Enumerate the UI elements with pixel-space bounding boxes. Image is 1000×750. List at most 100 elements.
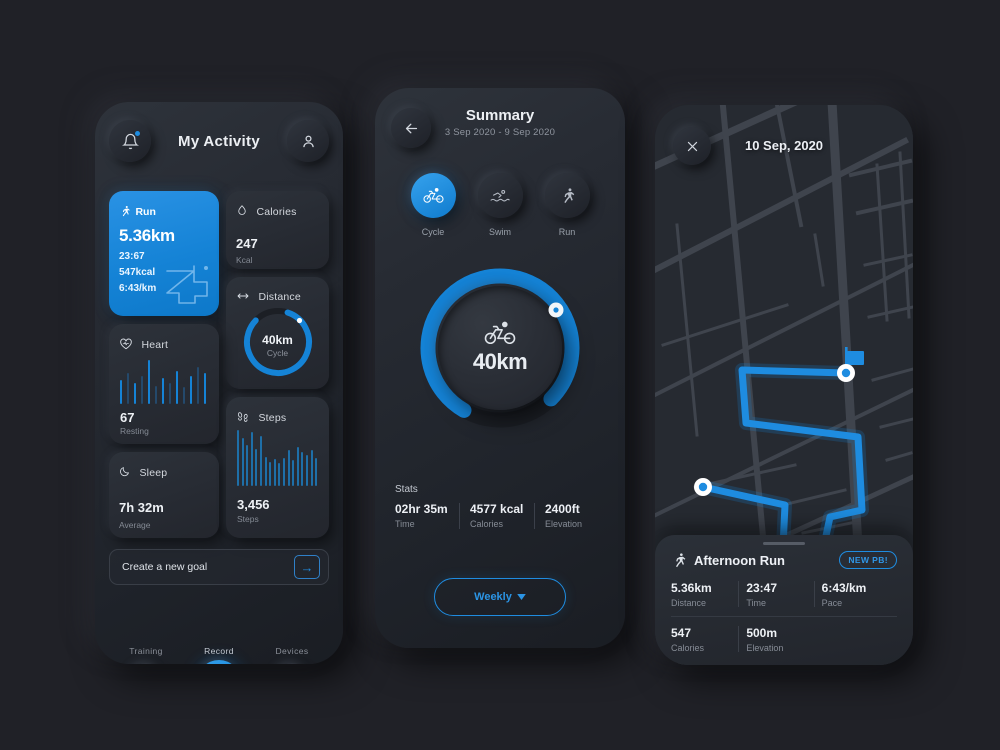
devices-button[interactable] [273,663,311,664]
chart-bar [264,456,267,486]
chart-bar [127,372,129,404]
period-selector-label: Weekly [474,591,512,603]
summary-title: Summary [465,107,535,124]
chart-bar [204,372,206,404]
sheet-pace-value: 6:43/km [821,581,867,595]
sheet-pace-label: Pace [821,598,843,608]
chart-bar [282,458,285,486]
create-goal-label: Create a new goal [122,561,208,573]
steps-card[interactable]: Steps 3,456 Steps [226,397,329,538]
moon-icon [120,467,129,477]
run-summary-card[interactable]: Run 5.36km 23:67 547kcal 6:43/km [109,191,219,316]
chart-bar [155,385,157,404]
chart-bar [141,375,143,404]
steps-sub: Steps [237,514,259,524]
training-button[interactable] [127,663,165,664]
steps-card-header: Steps [236,408,319,426]
calories-card[interactable]: Calories 247 Kcal [226,191,329,269]
run-card-header: Run [119,202,209,220]
sheet-stat-pace: 6:43/km Pace [813,581,897,608]
flame-icon [238,205,246,216]
nav-item-devices[interactable]: Devices [259,646,325,664]
sheet-distance-value: 5.36km [671,581,712,595]
running-icon [676,553,686,568]
run-detail-sheet: Afternoon Run NEW PB! 5.36km Distance 23… [655,535,913,665]
activity-title: Afternoon Run [694,552,785,568]
chart-bar [292,460,295,486]
arrows-horizontal-icon [237,293,249,299]
heart-value: 67 [120,410,135,425]
tab-swim-button[interactable] [477,173,523,218]
calories-unit: Kcal [236,255,253,265]
heart-card-label: Heart [141,339,169,351]
nav-item-training[interactable]: Training [113,646,179,664]
route-end-marker[interactable] [837,364,855,382]
distance-sub: Cycle [266,348,289,358]
distance-card[interactable]: Distance 40km Cycle [226,277,329,389]
chart-bar [296,447,299,486]
tab-cycle-label: Cycle [421,227,445,237]
stat-elevation-label: Elevation [545,519,583,529]
chart-bar [183,386,185,404]
tab-cycle-button[interactable] [410,173,456,218]
running-icon [122,205,130,217]
period-selector-button[interactable]: Weekly [434,578,566,616]
map-date: 10 Sep, 2020 [744,138,824,153]
screenshot-root: My Activity Run 5.36km 23:67 547kcal 6:4… [0,0,1000,750]
profile-button[interactable] [287,120,329,162]
sleep-card[interactable]: Sleep 7h 32m Average [109,452,219,538]
steps-value: 3,456 [237,497,270,512]
sheet-time-label: Time [746,598,766,608]
route-start-marker[interactable] [694,478,712,496]
sleep-sub: Average [119,520,151,530]
person-icon [302,135,314,147]
chart-bar [190,375,192,404]
sleep-card-label: Sleep [139,467,168,479]
steps-card-label: Steps [258,412,287,424]
tab-cycle[interactable]: Cycle [410,173,457,237]
arrow-right-icon[interactable]: → [294,555,320,579]
heart-card[interactable]: Heart 67 Resting [109,324,219,444]
heartbeat-icon [120,338,132,349]
chart-bar [120,379,122,404]
chart-bar [241,437,244,486]
sleep-value: 7h 32m [119,500,164,515]
stats-section: Stats 02hr 35m Time 4577 kcal Calories 2… [395,484,607,529]
stat-time-label: Time [395,519,415,529]
chart-bar [246,445,249,486]
calories-card-header: Calories [236,202,319,220]
chart-bar [148,360,150,404]
phone-summary: Summary 3 Sep 2020 - 9 Sep 2020 Cycle Sw… [375,88,625,648]
stats-label: Stats [395,484,418,495]
chart-bar [250,432,253,486]
chart-bar [259,436,262,486]
sheet-elevation-label: Elevation [746,643,784,653]
tab-run-button[interactable] [544,173,590,218]
chart-bar [301,451,304,486]
chart-bar [134,382,136,404]
heart-rate-chart [120,360,206,404]
heart-card-header: Heart [119,335,209,353]
ring-handle[interactable] [416,264,584,432]
sheet-elevation-value: 500m [746,626,778,640]
sheet-stat-time: 23:47 Time [738,581,821,608]
chart-bar [162,378,164,404]
sheet-time-value: 23:47 [746,581,778,595]
tab-run[interactable]: Run [544,173,591,237]
sheet-distance-label: Distance [671,598,707,608]
tab-swim[interactable]: Swim [477,173,524,237]
chart-bar [287,450,290,486]
distance-progress-ring-large: 40km [416,264,584,432]
nav-item-record[interactable]: Record [186,646,252,664]
sheet-calories-value: 547 [671,626,692,640]
create-goal-row[interactable]: Create a new goal → [109,549,329,585]
distance-card-label: Distance [258,291,301,303]
run-route-thumbnail-icon [166,265,208,304]
run-card-label: Run [135,206,156,218]
running-icon [563,188,574,204]
record-button[interactable] [197,660,241,664]
sheet-drag-handle[interactable] [763,542,805,545]
summary-date-range: 3 Sep 2020 - 9 Sep 2020 [444,127,556,138]
tab-swim-label: Swim [489,227,511,237]
chart-bar [197,367,199,404]
